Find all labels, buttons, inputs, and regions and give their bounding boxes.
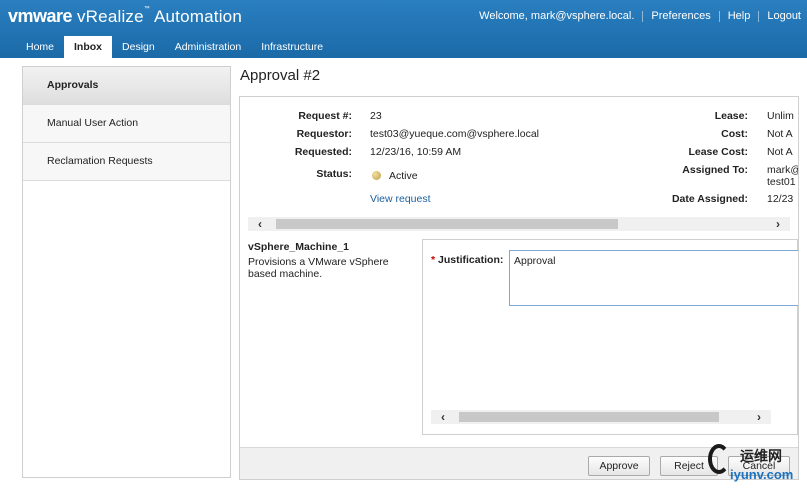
required-mark: * xyxy=(431,254,436,266)
date-assigned-label: Date Assigned: xyxy=(671,193,748,205)
main-tabs: Home Inbox Design Administration Infrast… xyxy=(16,36,333,58)
status-label: Status: xyxy=(316,168,352,180)
tab-design[interactable]: Design xyxy=(112,36,165,58)
scroll-right-icon[interactable]: › xyxy=(749,410,769,424)
machine-name: vSphere_Machine_1 xyxy=(248,241,349,253)
scroll-thumb[interactable] xyxy=(459,412,719,422)
scroll-thumb[interactable] xyxy=(276,219,618,229)
justification-label-text: Justification: xyxy=(438,254,504,266)
status-active-icon xyxy=(372,171,381,180)
scroll-left-icon[interactable]: ‹ xyxy=(433,410,453,424)
tab-inbox[interactable]: Inbox xyxy=(64,36,113,58)
logout-link[interactable]: Logout xyxy=(767,10,801,22)
requestor-value: test03@yueque.com@vsphere.local xyxy=(370,128,539,140)
cost-label: Cost: xyxy=(721,128,748,140)
page-title: Approval #2 xyxy=(240,67,321,84)
brand-vmware: vmware xyxy=(8,6,73,26)
request-number-value: 23 xyxy=(370,110,382,122)
watermark-text: 运维网 xyxy=(740,448,782,464)
brand-tm: ™ xyxy=(143,6,150,12)
watermark-logo-icon xyxy=(708,444,730,474)
inbox-sidebar: Approvals Manual User Action Reclamation… xyxy=(22,66,231,478)
watermark: 运维网 iyunv.com xyxy=(704,440,807,492)
requested-value: 12/23/16, 10:59 AM xyxy=(370,146,462,158)
requested-label: Requested: xyxy=(294,146,352,158)
watermark-url: iyunv.com xyxy=(730,467,794,482)
details-scrollbar[interactable]: ‹ › xyxy=(248,217,790,231)
approval-panel: Request #: 23 Requestor: test03@yueque.c… xyxy=(239,96,799,480)
justification-input[interactable]: Approval xyxy=(509,250,798,306)
top-links: Welcome, mark@vsphere.local. Preferences… xyxy=(479,10,801,22)
sidebar-item-manual-user-action[interactable]: Manual User Action xyxy=(23,105,230,143)
divider xyxy=(718,10,720,22)
scroll-left-icon[interactable]: ‹ xyxy=(250,217,270,231)
lease-cost-value: Not A xyxy=(767,146,793,158)
preferences-link[interactable]: Preferences xyxy=(651,10,710,22)
tab-home[interactable]: Home xyxy=(16,36,64,58)
approve-button[interactable]: Approve xyxy=(588,456,650,476)
brand-product: vRealize xyxy=(76,7,144,26)
lease-label: Lease: xyxy=(714,110,748,122)
help-link[interactable]: Help xyxy=(728,10,751,22)
justification-label: * Justification: xyxy=(431,254,503,266)
machine-description: Provisions a VMware vSphere based machin… xyxy=(248,256,389,280)
sidebar-item-reclamation-requests[interactable]: Reclamation Requests xyxy=(23,143,230,181)
approval-form: * Justification: Approval ‹ › xyxy=(422,239,798,435)
assigned-to-value-line1: mark@ xyxy=(767,164,799,176)
welcome-text: Welcome, mark@vsphere.local. xyxy=(479,10,635,22)
date-assigned-value: 12/23 xyxy=(767,193,794,205)
assigned-to-label: Assigned To: xyxy=(682,164,748,176)
divider xyxy=(642,10,644,22)
divider xyxy=(758,10,760,22)
lease-value: Unlim xyxy=(767,110,794,122)
brand-suffix: Automation xyxy=(153,7,242,26)
view-request-link[interactable]: View request xyxy=(370,193,431,205)
cost-value: Not A xyxy=(767,128,793,140)
lease-cost-label: Lease Cost: xyxy=(688,146,748,158)
assigned-to-value-line2: test01 xyxy=(767,176,796,188)
app-logo: vmware vRealize™ Automation xyxy=(8,6,242,27)
status-value: Active xyxy=(389,170,418,182)
form-scrollbar[interactable]: ‹ › xyxy=(431,410,771,424)
request-number-label: Request #: xyxy=(298,110,352,122)
tab-infrastructure[interactable]: Infrastructure xyxy=(251,36,333,58)
requestor-label: Requestor: xyxy=(296,128,352,140)
status-value-wrap: Active xyxy=(372,170,418,182)
tab-administration[interactable]: Administration xyxy=(165,36,252,58)
sidebar-item-approvals[interactable]: Approvals xyxy=(23,67,230,105)
scroll-right-icon[interactable]: › xyxy=(768,217,788,231)
app-header: vmware vRealize™ Automation Welcome, mar… xyxy=(0,0,807,58)
